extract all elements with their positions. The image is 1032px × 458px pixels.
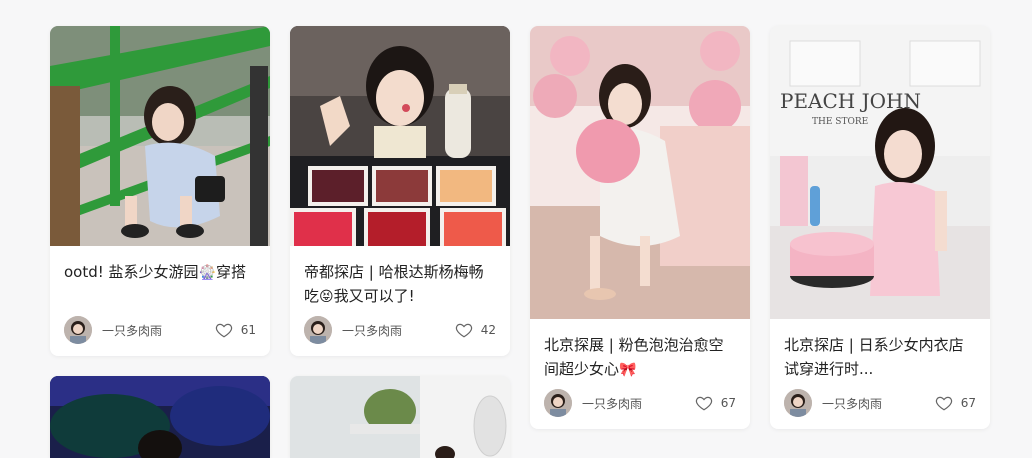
note-title[interactable]: 北京探展 | 粉色泡泡治愈空间超少女心🎀 — [544, 333, 736, 381]
ribbon-emoji: 🎀 — [619, 362, 637, 378]
note-card-5[interactable] — [50, 376, 270, 458]
store-sub-text: THE STORE — [812, 117, 868, 127]
heart-outline-icon — [695, 396, 712, 411]
note-title-tail: 我又可以了! — [333, 287, 415, 305]
note-title-tail: 穿搭 — [215, 263, 246, 281]
note-footer: 一只多肉雨 42 — [304, 316, 496, 344]
note-card-3[interactable]: 北京探展 | 粉色泡泡治愈空间超少女心🎀 一只多肉雨 67 — [530, 26, 750, 429]
avatar[interactable] — [304, 316, 332, 344]
note-card-4[interactable]: PEACH JOHN THE STORE 北京探店 | 日系少女内衣店试穿进行时… — [770, 26, 990, 429]
avatar[interactable] — [784, 389, 812, 417]
author-name[interactable]: 一只多肉雨 — [822, 395, 935, 412]
like-count: 42 — [480, 323, 496, 337]
note-cover-image[interactable] — [290, 376, 510, 458]
note-cover-image[interactable] — [530, 26, 750, 319]
note-title-text: 北京探店 | 日系少女内衣店试穿进行时... — [784, 336, 964, 378]
author-name[interactable]: 一只多肉雨 — [342, 322, 455, 339]
tongue-face-emoji: 😝 — [319, 289, 334, 305]
note-footer: 一只多肉雨 67 — [784, 389, 976, 417]
note-card-6[interactable] — [290, 376, 510, 458]
like-count: 67 — [960, 396, 976, 410]
note-cover-image[interactable] — [50, 376, 270, 458]
author-name[interactable]: 一只多肉雨 — [582, 395, 695, 412]
note-title[interactable]: 北京探店 | 日系少女内衣店试穿进行时... — [784, 333, 976, 381]
avatar[interactable] — [64, 316, 92, 344]
note-footer: 一只多肉雨 61 — [64, 316, 256, 344]
heart-outline-icon — [935, 396, 952, 411]
note-title-text: ootd! 盐系少女游园 — [64, 263, 199, 281]
note-cover-image[interactable] — [50, 26, 270, 246]
note-title[interactable]: 帝都探店 | 哈根达斯杨梅畅吃😝我又可以了! — [304, 260, 496, 308]
author-name[interactable]: 一只多肉雨 — [102, 322, 215, 339]
like-count: 67 — [720, 396, 736, 410]
note-cover-image[interactable]: PEACH JOHN THE STORE — [770, 26, 990, 319]
like-button[interactable]: 61 — [215, 321, 256, 339]
like-button[interactable]: 67 — [935, 394, 976, 412]
heart-outline-icon — [215, 323, 232, 338]
note-card-2[interactable]: 帝都探店 | 哈根达斯杨梅畅吃😝我又可以了! 一只多肉雨 42 — [290, 26, 510, 356]
ferris-wheel-emoji: 🎡 — [198, 265, 216, 281]
heart-outline-icon — [455, 323, 472, 338]
like-button[interactable]: 42 — [455, 321, 496, 339]
avatar[interactable] — [544, 389, 572, 417]
note-footer: 一只多肉雨 67 — [544, 389, 736, 417]
like-button[interactable]: 67 — [695, 394, 736, 412]
note-title[interactable]: ootd! 盐系少女游园🎡穿搭 — [64, 260, 256, 308]
like-count: 61 — [240, 323, 256, 337]
note-cover-image[interactable] — [290, 26, 510, 246]
note-card-1[interactable]: ootd! 盐系少女游园🎡穿搭 一只多肉雨 61 — [50, 26, 270, 356]
